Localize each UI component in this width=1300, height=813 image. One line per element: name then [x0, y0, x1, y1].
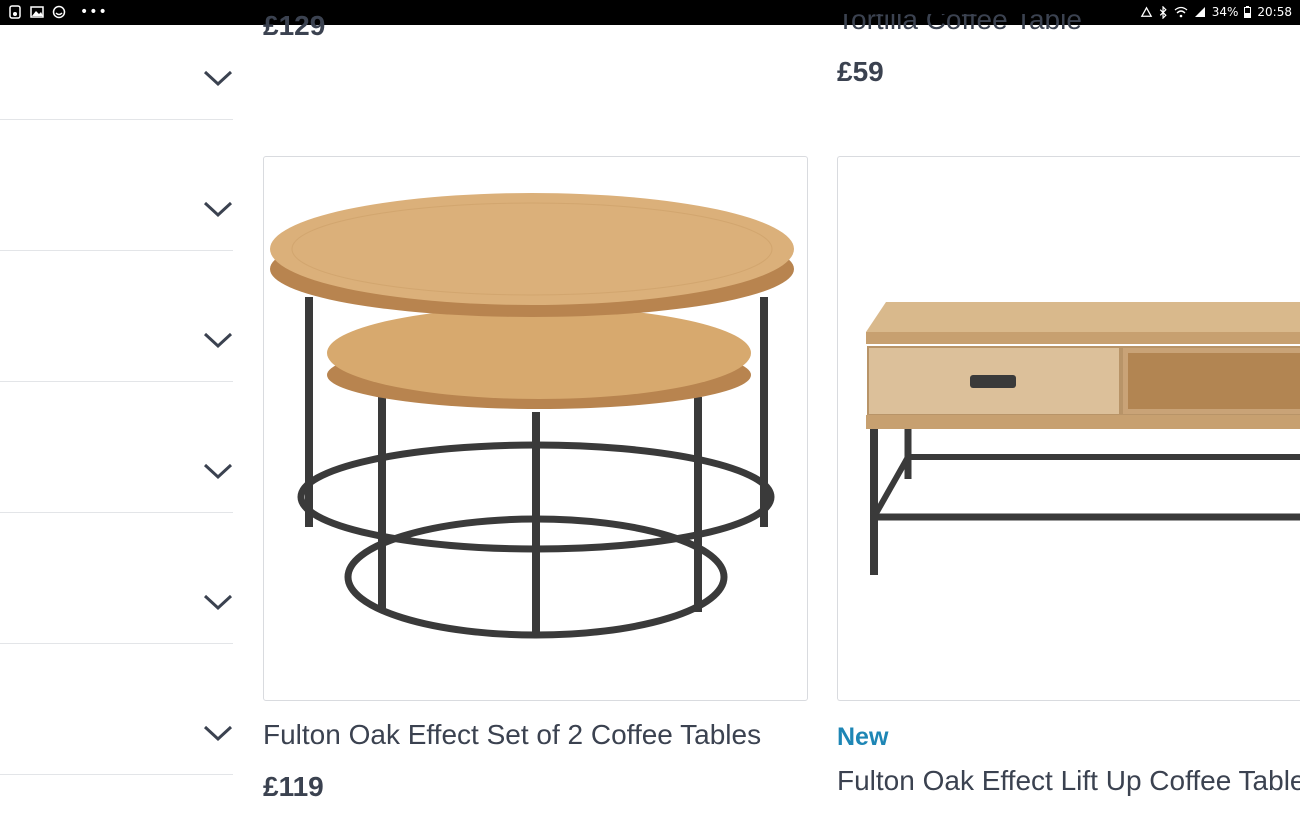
status-right-icons: 34% 20:58	[1140, 5, 1292, 19]
product-price: £59	[837, 56, 884, 87]
wifi-icon	[1174, 6, 1188, 18]
lift-up-table-illustration	[866, 302, 1300, 575]
nesting-tables-illustration	[270, 193, 794, 639]
new-badge: New	[837, 723, 889, 751]
signal-icon	[1194, 7, 1205, 17]
product-price: £129	[263, 10, 326, 41]
filter-row[interactable]	[0, 0, 233, 120]
filter-row[interactable]	[0, 643, 233, 775]
chevron-down-icon[interactable]	[203, 723, 233, 743]
filter-row[interactable]	[0, 250, 233, 382]
chevron-down-icon[interactable]	[203, 199, 233, 219]
filter-row[interactable]	[0, 381, 233, 513]
bluetooth-icon	[1159, 5, 1167, 19]
product-title[interactable]: Fulton Oak Effect Lift Up Coffee Table	[837, 765, 1300, 797]
product-image-lift-up-table[interactable]	[837, 156, 1300, 701]
chevron-down-icon[interactable]	[203, 461, 233, 481]
product-title[interactable]: Fulton Oak Effect Set of 2 Coffee Tables	[263, 719, 761, 751]
filter-sidebar	[0, 25, 233, 813]
chevron-down-icon[interactable]	[203, 592, 233, 612]
battery-percent: 34%	[1211, 5, 1239, 19]
clock: 20:58	[1257, 5, 1292, 19]
product-image-nesting-tables[interactable]	[263, 156, 808, 701]
filter-row[interactable]	[0, 512, 233, 644]
alarm-icon	[1140, 6, 1152, 17]
product-price: £119	[263, 771, 324, 802]
battery-icon	[1244, 6, 1252, 18]
filter-row[interactable]	[0, 119, 233, 251]
chevron-down-icon[interactable]	[203, 68, 233, 88]
chevron-down-icon[interactable]	[203, 330, 233, 350]
